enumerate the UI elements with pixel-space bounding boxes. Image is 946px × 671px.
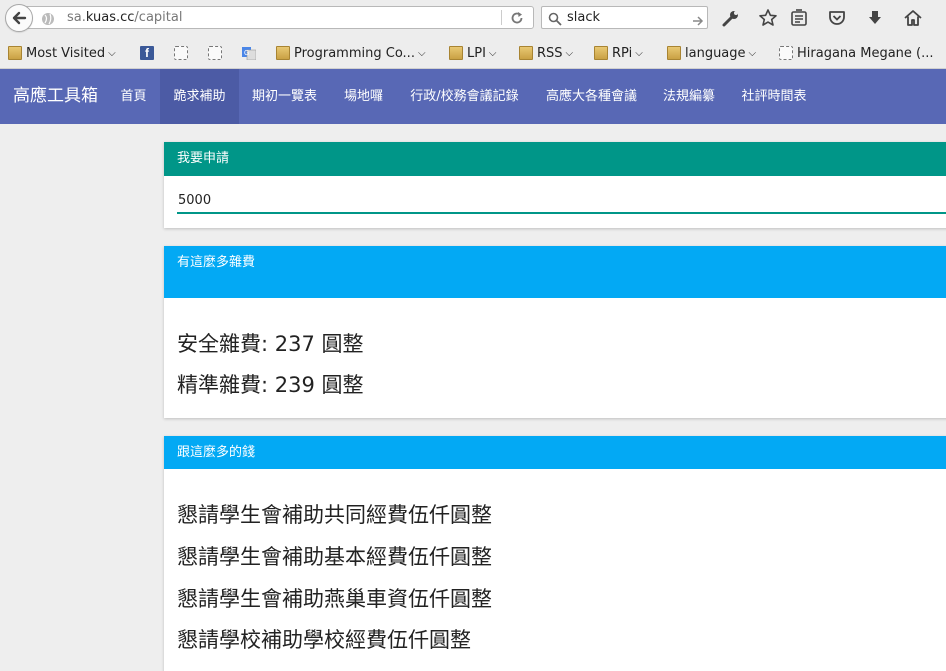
globe-icon — [41, 11, 55, 30]
bookmark-label: Programming Co... — [294, 45, 415, 61]
nav-item-regulations[interactable]: 法規編纂 — [651, 69, 727, 124]
bookmark-blank-1[interactable] — [174, 44, 192, 62]
request-line: 懇請學校補助學校經費伍仟圓整 — [177, 628, 471, 652]
folder-icon — [519, 46, 533, 60]
blank-page-icon — [779, 46, 793, 60]
browser-toolbar: sa.kuas.cc/capital slack — [0, 0, 946, 35]
nav-item-kuas-meetings[interactable]: 高應大各種會議 — [532, 69, 651, 124]
nav-item-semester-overview[interactable]: 期初一覽表 — [239, 69, 330, 124]
home-icon[interactable] — [903, 8, 923, 28]
nav-item-venue[interactable]: 場地囉 — [330, 69, 397, 124]
bookmark-folder-programming[interactable]: Programming Co... ⌵ — [276, 44, 426, 62]
bookmark-label: RSS — [537, 45, 563, 61]
back-arrow-icon — [12, 11, 27, 25]
folder-icon — [276, 46, 290, 60]
blank-page-icon — [174, 46, 188, 60]
bookmark-hiragana-megane[interactable]: Hiragana Megane (... — [779, 44, 934, 62]
search-input[interactable]: slack — [567, 10, 600, 25]
google-translate-icon: G — [242, 46, 257, 61]
blank-page-icon — [208, 46, 222, 60]
wrench-icon[interactable] — [721, 8, 741, 28]
url-text[interactable]: sa.kuas.cc/capital — [67, 10, 182, 25]
money-card-title: 跟這麼多的錢 — [164, 436, 946, 469]
bookmark-label: RPi — [612, 45, 633, 61]
app-navbar: 高應工具箱 首頁 跪求補助 期初一覽表 場地囉 行政/校務會議記錄 高應大各種會… — [0, 69, 946, 124]
bookmark-star-icon[interactable] — [758, 8, 778, 28]
bookmarks-bar: Most Visited ⌵ f G Programming Co... ⌵ LPI… — [0, 35, 946, 69]
apply-card: 我要申請 — [164, 142, 946, 228]
pocket-icon[interactable] — [827, 8, 847, 28]
chevron-down-icon: ⌵ — [488, 47, 497, 59]
search-go-icon[interactable] — [692, 12, 704, 31]
folder-icon — [667, 46, 681, 60]
most-visited-icon — [8, 46, 22, 60]
bookmark-facebook[interactable]: f — [140, 44, 158, 62]
reload-icon[interactable] — [510, 10, 524, 29]
brand-title[interactable]: 高應工具箱 — [13, 69, 98, 124]
folder-icon — [449, 46, 463, 60]
folder-icon — [594, 46, 608, 60]
bookmark-translate[interactable]: G — [242, 44, 260, 62]
reading-list-icon[interactable] — [789, 8, 809, 28]
request-line: 懇請學生會補助共同經費伍仟圓整 — [177, 503, 492, 527]
download-icon[interactable] — [865, 8, 885, 28]
chevron-down-icon: ⌵ — [635, 47, 643, 59]
request-line: 懇請學生會補助燕巢車資伍仟圓整 — [177, 587, 492, 611]
nav-item-meeting-records[interactable]: 行政/校務會議記錄 — [397, 69, 532, 124]
bookmark-folder-rss[interactable]: RSS ⌵ — [519, 44, 573, 62]
chevron-down-icon: ⌵ — [748, 47, 757, 59]
chevron-down-icon: ⌵ — [108, 47, 116, 59]
bookmark-folder-lpi[interactable]: LPI ⌵ — [449, 44, 497, 62]
nav-item-evaluation-schedule[interactable]: 社評時間表 — [727, 69, 821, 124]
svg-text:G: G — [244, 50, 249, 57]
fee-line: 精準雜費: 239 圓整 — [177, 373, 364, 397]
fee-line: 安全雜費: 237 圓整 — [177, 332, 364, 356]
bookmark-label: language — [685, 45, 746, 61]
apply-card-title: 我要申請 — [164, 142, 946, 176]
url-bar[interactable]: sa.kuas.cc/capital — [26, 6, 534, 29]
amount-input[interactable] — [177, 189, 946, 214]
search-icon — [548, 11, 562, 30]
fees-card: 有這麼多雜費 安全雜費: 237 圓整 精準雜費: 239 圓整 — [164, 246, 946, 418]
facebook-icon: f — [140, 46, 154, 60]
bookmark-label: LPI — [467, 45, 486, 61]
bookmark-most-visited[interactable]: Most Visited ⌵ — [8, 44, 116, 62]
bookmark-label: Hiragana Megane (... — [797, 45, 934, 61]
back-button[interactable] — [5, 4, 33, 32]
chevron-down-icon: ⌵ — [417, 47, 426, 59]
bookmark-folder-language[interactable]: language ⌵ — [667, 44, 756, 62]
url-separator — [501, 10, 502, 25]
chevron-down-icon: ⌵ — [565, 47, 574, 59]
search-bar[interactable]: slack — [541, 6, 708, 29]
bookmark-label: Most Visited — [26, 45, 106, 61]
fees-card-title: 有這麼多雜費 — [164, 246, 946, 298]
nav-item-subsidy[interactable]: 跪求補助 — [160, 69, 239, 124]
bookmark-folder-rpi[interactable]: RPi ⌵ — [594, 44, 643, 62]
bookmark-blank-2[interactable] — [208, 44, 226, 62]
nav-item-home[interactable]: 首頁 — [107, 69, 160, 124]
money-card: 跟這麼多的錢 懇請學生會補助共同經費伍仟圓整 懇請學生會補助基本經費伍仟圓整 懇… — [164, 436, 946, 671]
request-line: 懇請學生會補助基本經費伍仟圓整 — [177, 545, 492, 569]
